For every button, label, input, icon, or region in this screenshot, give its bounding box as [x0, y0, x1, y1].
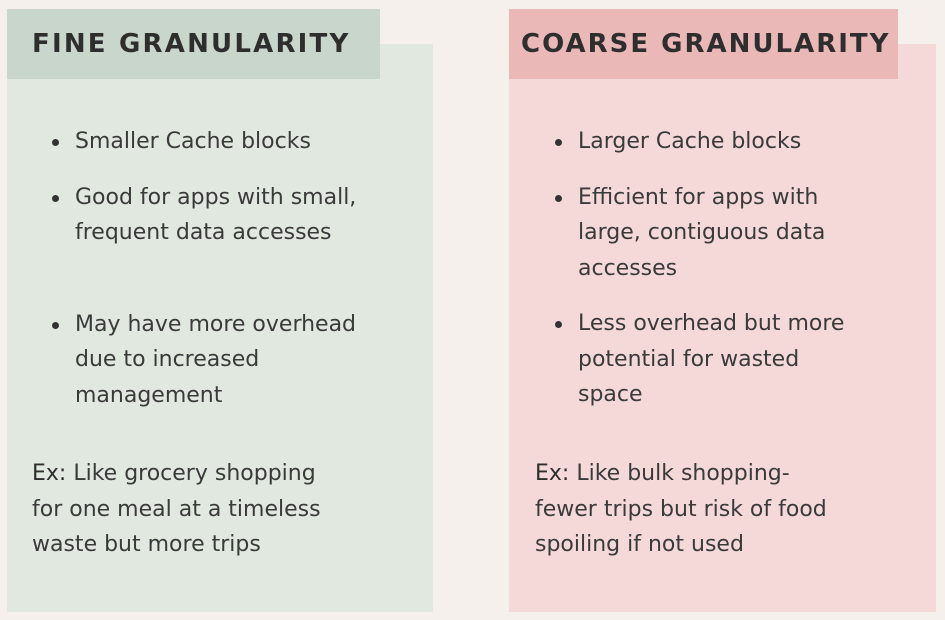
fine-bullet-text: management [75, 382, 223, 408]
fine-example-text: waste but more trips [32, 532, 261, 557]
fine-bullet-text: Smaller Cache blocks [75, 129, 311, 154]
coarse-bullet-item: Less overhead but more potential for was… [549, 306, 899, 413]
fine-bullet-item: May have more overhead due to increased … [46, 307, 416, 414]
coarse-bullet-text: potential for wasted [578, 346, 800, 372]
coarse-bullet-list: Larger Cache blocks Efficient for apps w… [549, 124, 899, 413]
fine-example: Ex: Like grocery shopping for one meal a… [32, 456, 321, 563]
coarse-bullet-text: space [578, 382, 643, 407]
fine-bullet-text: Good for apps with small, [75, 184, 357, 210]
fine-example-text: for one meal at a timeless [32, 496, 321, 522]
coarse-bullet-item: Efficient for apps with large, contiguou… [549, 180, 899, 287]
fine-bullet-text: frequent data accesses [75, 220, 332, 245]
coarse-example-text: Like bulk shopping- [569, 461, 790, 486]
coarse-example-label: Ex: [535, 461, 570, 486]
coarse-bullet-text: Less overhead but more [578, 311, 845, 336]
fine-bullet-text: due to increased [75, 347, 260, 372]
fine-bullet-item: Smaller Cache blocks [46, 124, 416, 160]
fine-example-label: Ex: [32, 461, 67, 486]
fine-example-text: Like grocery shopping [66, 461, 316, 486]
coarse-granularity-title: COARSE GRANULARITY [509, 9, 898, 79]
coarse-example-text: fewer trips but risk of food [535, 496, 827, 522]
coarse-bullet-text: accesses [578, 255, 678, 281]
coarse-example-text: spoiling if not used [535, 532, 744, 557]
fine-bullet-list: Smaller Cache blocks Good for apps with … [46, 124, 416, 413]
fine-bullet-item: Good for apps with small, frequent data … [46, 180, 416, 251]
coarse-bullet-text: large, contiguous data [578, 220, 826, 245]
coarse-bullet-text: Efficient for apps with [578, 184, 819, 210]
fine-granularity-title: FINE GRANULARITY [7, 9, 380, 79]
coarse-bullet-item: Larger Cache blocks [549, 124, 899, 160]
fine-bullet-text: May have more overhead [75, 311, 357, 337]
coarse-bullet-text: Larger Cache blocks [578, 129, 802, 154]
coarse-example: Ex: Like bulk shopping- fewer trips but … [535, 456, 827, 563]
